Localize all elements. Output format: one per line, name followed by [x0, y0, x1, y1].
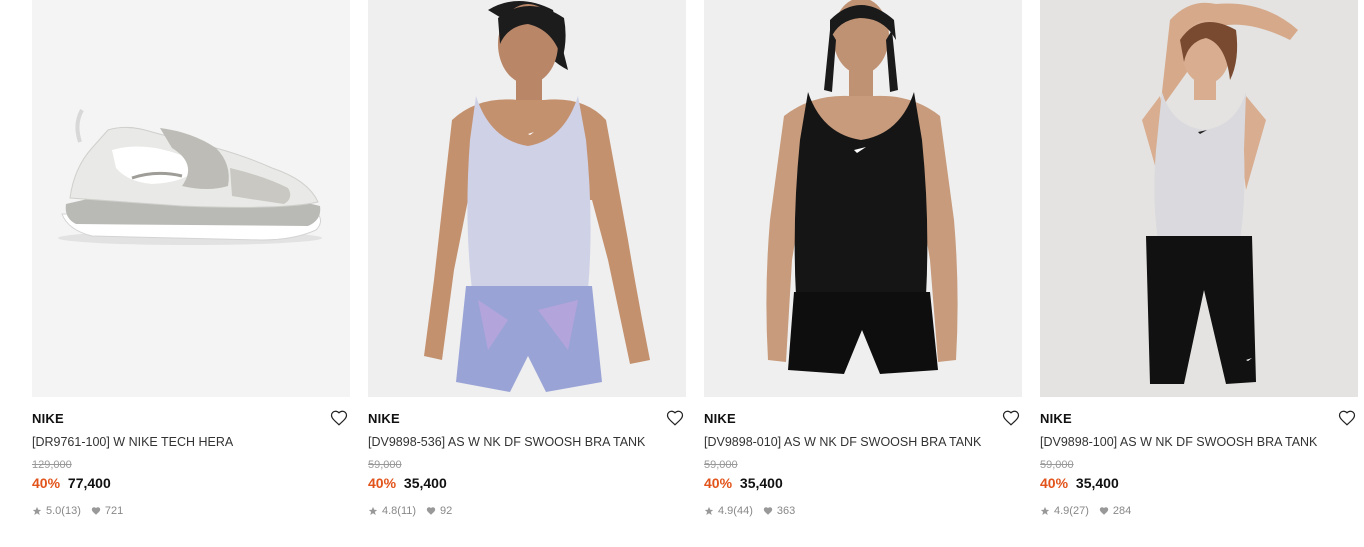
- product-stats: 5.0 (13) 721: [32, 505, 350, 517]
- review-count: (11): [397, 505, 417, 517]
- product-image[interactable]: [32, 0, 350, 397]
- product-stats: 4.9 (27) 284: [1040, 505, 1358, 517]
- rating-value: 4.9: [1054, 505, 1070, 517]
- product-name[interactable]: [DR9761-100] W NIKE TECH HERA: [32, 434, 350, 450]
- brand-label: NIKE: [32, 411, 64, 426]
- model-image: [424, 1, 650, 392]
- heart-icon[interactable]: [1002, 409, 1020, 427]
- star-icon: [704, 506, 714, 515]
- star-icon: [368, 506, 378, 515]
- model-image: [766, 0, 958, 374]
- sale-price: 77,400: [67, 475, 111, 491]
- review-count: (44): [733, 505, 753, 517]
- like-count: 92: [440, 505, 453, 517]
- star-icon: [1040, 506, 1050, 515]
- original-price: 59,000: [1040, 459, 1074, 471]
- product-card[interactable]: NIKE [DR9761-100] W NIKE TECH HERA 129,0…: [32, 0, 350, 547]
- sale-price: 35,400: [1075, 475, 1119, 491]
- rating-value: 5.0: [46, 505, 62, 517]
- product-card[interactable]: NIKE [DV9898-010] AS W NK DF SWOOSH BRA …: [704, 0, 1022, 547]
- discount-rate: 40%: [32, 475, 61, 491]
- price-row: 40% 35,400: [704, 475, 1022, 492]
- likes-heart-icon: [91, 507, 101, 515]
- heart-icon[interactable]: [1338, 409, 1356, 427]
- price-row: 40% 35,400: [368, 475, 686, 492]
- likes-heart-icon: [763, 507, 773, 515]
- sneaker-image: [58, 109, 322, 245]
- product-image[interactable]: [704, 0, 1022, 397]
- brand-label: NIKE: [368, 411, 400, 426]
- product-name[interactable]: [DV9898-100] AS W NK DF SWOOSH BRA TANK: [1040, 434, 1358, 450]
- product-image[interactable]: [1040, 0, 1358, 397]
- product-grid: NIKE [DR9761-100] W NIKE TECH HERA 129,0…: [32, 0, 1358, 547]
- price-row: 40% 77,400: [32, 475, 350, 492]
- likes-heart-icon: [1099, 507, 1109, 515]
- product-card[interactable]: NIKE [DV9898-536] AS W NK DF SWOOSH BRA …: [368, 0, 686, 547]
- product-stats: 4.8 (11) 92: [368, 505, 686, 517]
- original-price: 59,000: [368, 459, 402, 471]
- product-name[interactable]: [DV9898-010] AS W NK DF SWOOSH BRA TANK: [704, 434, 1022, 450]
- review-count: (13): [61, 505, 81, 517]
- rating-value: 4.8: [382, 505, 398, 517]
- discount-rate: 40%: [368, 475, 397, 491]
- product-image[interactable]: [368, 0, 686, 397]
- original-price: 129,000: [32, 459, 72, 471]
- likes-heart-icon: [426, 507, 436, 515]
- like-count: 721: [104, 505, 124, 517]
- original-price: 59,000: [704, 459, 738, 471]
- discount-rate: 40%: [1040, 475, 1069, 491]
- brand-label: NIKE: [1040, 411, 1072, 426]
- price-row: 40% 35,400: [1040, 475, 1358, 492]
- product-card[interactable]: NIKE [DV9898-100] AS W NK DF SWOOSH BRA …: [1040, 0, 1358, 547]
- star-icon: [32, 506, 42, 515]
- rating-value: 4.9: [718, 505, 734, 517]
- model-image: [1040, 0, 1358, 397]
- heart-icon[interactable]: [330, 409, 348, 427]
- review-count: (27): [1069, 505, 1089, 517]
- sale-price: 35,400: [403, 475, 447, 491]
- sale-price: 35,400: [739, 475, 783, 491]
- like-count: 363: [776, 505, 796, 517]
- brand-label: NIKE: [704, 411, 736, 426]
- heart-icon[interactable]: [666, 409, 684, 427]
- product-stats: 4.9 (44) 363: [704, 505, 1022, 517]
- product-name[interactable]: [DV9898-536] AS W NK DF SWOOSH BRA TANK: [368, 434, 686, 450]
- discount-rate: 40%: [704, 475, 733, 491]
- like-count: 284: [1112, 505, 1132, 517]
